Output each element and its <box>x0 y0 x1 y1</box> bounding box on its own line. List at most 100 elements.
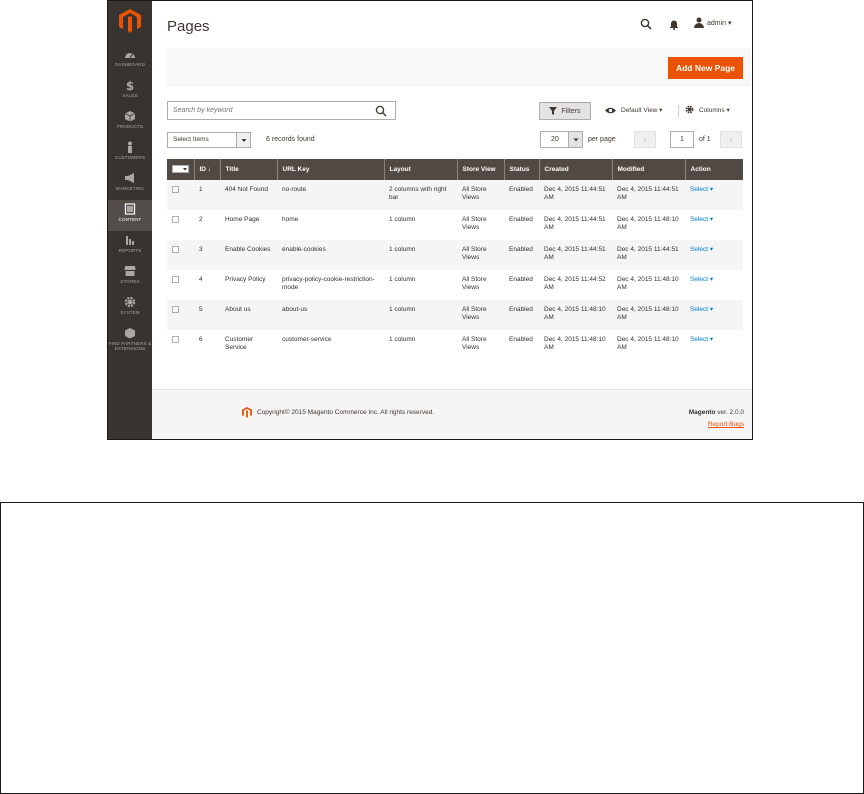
row-action-select[interactable]: Select ▾ <box>690 246 713 253</box>
sidebar-item-label: SALES <box>122 93 138 98</box>
row-checkbox[interactable] <box>172 186 179 193</box>
cell-id: 1 <box>194 180 220 210</box>
cell-url-key: no-route <box>277 180 384 210</box>
cell-layout: 1 column <box>384 330 457 360</box>
chevron-down-icon <box>236 133 250 147</box>
cell-title: Enable Cookies <box>220 240 277 270</box>
filters-button[interactable]: Filters <box>539 102 591 120</box>
row-action-select[interactable]: Select ▾ <box>690 306 713 313</box>
cell-layout: 1 column <box>384 300 457 330</box>
sidebar-item-label: DASHBOARD <box>115 62 145 67</box>
search-submit-icon[interactable] <box>375 105 387 117</box>
sidebar-item-system[interactable]: SYSTEM <box>108 293 152 324</box>
sidebar-item-label: FIND PARTNERS & EXTENSIONS <box>108 341 152 351</box>
sidebar-item-sales[interactable]: $ SALES <box>108 76 152 107</box>
column-header-modified[interactable]: Modified <box>612 159 686 180</box>
row-checkbox[interactable] <box>172 336 179 343</box>
cell-created: Dec 4, 2015 11:44:52 AM <box>539 270 612 300</box>
table-row[interactable]: 6 Customer Service customer-service 1 co… <box>167 330 743 360</box>
row-checkbox[interactable] <box>172 246 179 253</box>
report-bugs-link[interactable]: Report Bugs <box>708 421 744 428</box>
previous-page-button[interactable]: ‹ <box>634 131 656 148</box>
cell-store-view: All Store Views <box>457 240 504 270</box>
cell-url-key: privacy-policy-cookie-restriction-mode <box>277 270 384 300</box>
sidebar-item-label: CONTENT <box>118 217 142 222</box>
current-page-input[interactable]: 1 <box>670 131 694 148</box>
sidebar-item-label: MARKETING <box>115 186 145 191</box>
add-new-page-button[interactable]: Add New Page <box>667 57 743 79</box>
row-action-select[interactable]: Select ▾ <box>690 336 713 343</box>
column-header-url-key[interactable]: URL Key <box>277 159 385 180</box>
sidebar-item-reports[interactable]: REPORTS <box>108 231 152 262</box>
column-header-layout[interactable]: Layout <box>384 159 458 180</box>
cell-url-key: about-us <box>277 300 384 330</box>
sidebar-item-marketing[interactable]: MARKETING <box>108 169 152 200</box>
cell-title: About us <box>220 300 277 330</box>
sidebar-item-products[interactable]: PRODUCTS <box>108 107 152 138</box>
cell-id: 2 <box>194 210 220 240</box>
row-action-select[interactable]: Select ▾ <box>690 186 713 193</box>
cell-url-key: enable-cookies <box>277 240 384 270</box>
cell-modified: Dec 4, 2015 11:48:10 AM <box>612 210 685 240</box>
brand-name: Magento <box>688 409 716 416</box>
page-title: Pages <box>167 18 210 35</box>
bar-chart-icon <box>126 236 134 245</box>
cube-icon <box>124 111 136 122</box>
column-header-store-view[interactable]: Store View <box>457 159 505 180</box>
admin-user-menu[interactable]: admin ▾ <box>707 19 732 27</box>
table-row[interactable]: 4 Privacy Policy privacy-policy-cookie-r… <box>167 270 743 300</box>
cell-layout: 1 column <box>384 210 457 240</box>
bell-icon[interactable] <box>668 18 680 30</box>
page-footer: Copyright© 2015 Magento Commerce Inc. Al… <box>152 389 752 439</box>
row-checkbox[interactable] <box>172 216 179 223</box>
sidebar-item-partners[interactable]: FIND PARTNERS & EXTENSIONS <box>108 324 152 360</box>
grid-header-row: ID ↓ Title URL Key Layout Store View Sta… <box>167 159 743 180</box>
store-icon <box>124 266 136 276</box>
cell-store-view: All Store Views <box>457 180 504 210</box>
column-header-status[interactable]: Status <box>504 159 540 180</box>
column-header-title[interactable]: Title <box>220 159 278 180</box>
cell-store-view: All Store Views <box>457 210 504 240</box>
row-checkbox[interactable] <box>172 276 179 283</box>
page-actions-bar: Add New Page <box>166 48 751 87</box>
cell-id: 5 <box>194 300 220 330</box>
search-input[interactable] <box>173 102 363 119</box>
column-header-id[interactable]: ID ↓ <box>194 159 221 180</box>
row-checkbox[interactable] <box>172 306 179 313</box>
default-view-dropdown[interactable]: Default View ▾ <box>605 106 662 114</box>
sidebar-item-label: CUSTOMERS <box>114 155 146 160</box>
columns-dropdown[interactable]: Columns ▾ <box>685 105 730 114</box>
cell-url-key: home <box>277 210 384 240</box>
mass-select-checkbox[interactable] <box>172 164 189 173</box>
sidebar-item-dashboard[interactable]: DASHBOARD <box>108 45 152 76</box>
per-page-select[interactable]: 20 <box>540 131 583 148</box>
mass-action-select[interactable]: Select Items <box>167 132 251 148</box>
eye-icon <box>605 107 616 113</box>
records-found-count: 6 records found <box>266 136 315 143</box>
total-pages-label: of 1 <box>699 136 711 143</box>
cell-id: 4 <box>194 270 220 300</box>
table-row[interactable]: 1 404 Not Found no-route 2 columns with … <box>167 180 743 210</box>
magento-logo-icon[interactable] <box>119 9 141 33</box>
cell-title: 404 Not Found <box>220 180 277 210</box>
table-row[interactable]: 2 Home Page home 1 column All Store View… <box>167 210 743 240</box>
cell-status: Enabled <box>504 300 539 330</box>
cell-store-view: All Store Views <box>457 270 504 300</box>
user-icon <box>694 17 704 28</box>
row-action-select[interactable]: Select ▾ <box>690 216 713 223</box>
search-icon[interactable] <box>640 18 652 30</box>
table-row[interactable]: 3 Enable Cookies enable-cookies 1 column… <box>167 240 743 270</box>
table-row[interactable]: 5 About us about-us 1 column All Store V… <box>167 300 743 330</box>
cell-store-view: All Store Views <box>457 330 504 360</box>
sidebar-item-content[interactable]: CONTENT <box>108 200 152 231</box>
next-page-button[interactable]: › <box>720 131 742 148</box>
cell-created: Dec 4, 2015 11:44:51 AM <box>539 180 612 210</box>
filters-label: Filters <box>561 107 581 115</box>
mass-select-header[interactable] <box>167 159 195 180</box>
toolbar-divider <box>678 105 679 117</box>
sidebar-item-customers[interactable]: CUSTOMERS <box>108 138 152 169</box>
sidebar-item-stores[interactable]: STORES <box>108 262 152 293</box>
row-action-select[interactable]: Select ▾ <box>690 276 713 283</box>
sidebar-item-label: SYSTEM <box>120 310 140 315</box>
column-header-created[interactable]: Created <box>539 159 613 180</box>
